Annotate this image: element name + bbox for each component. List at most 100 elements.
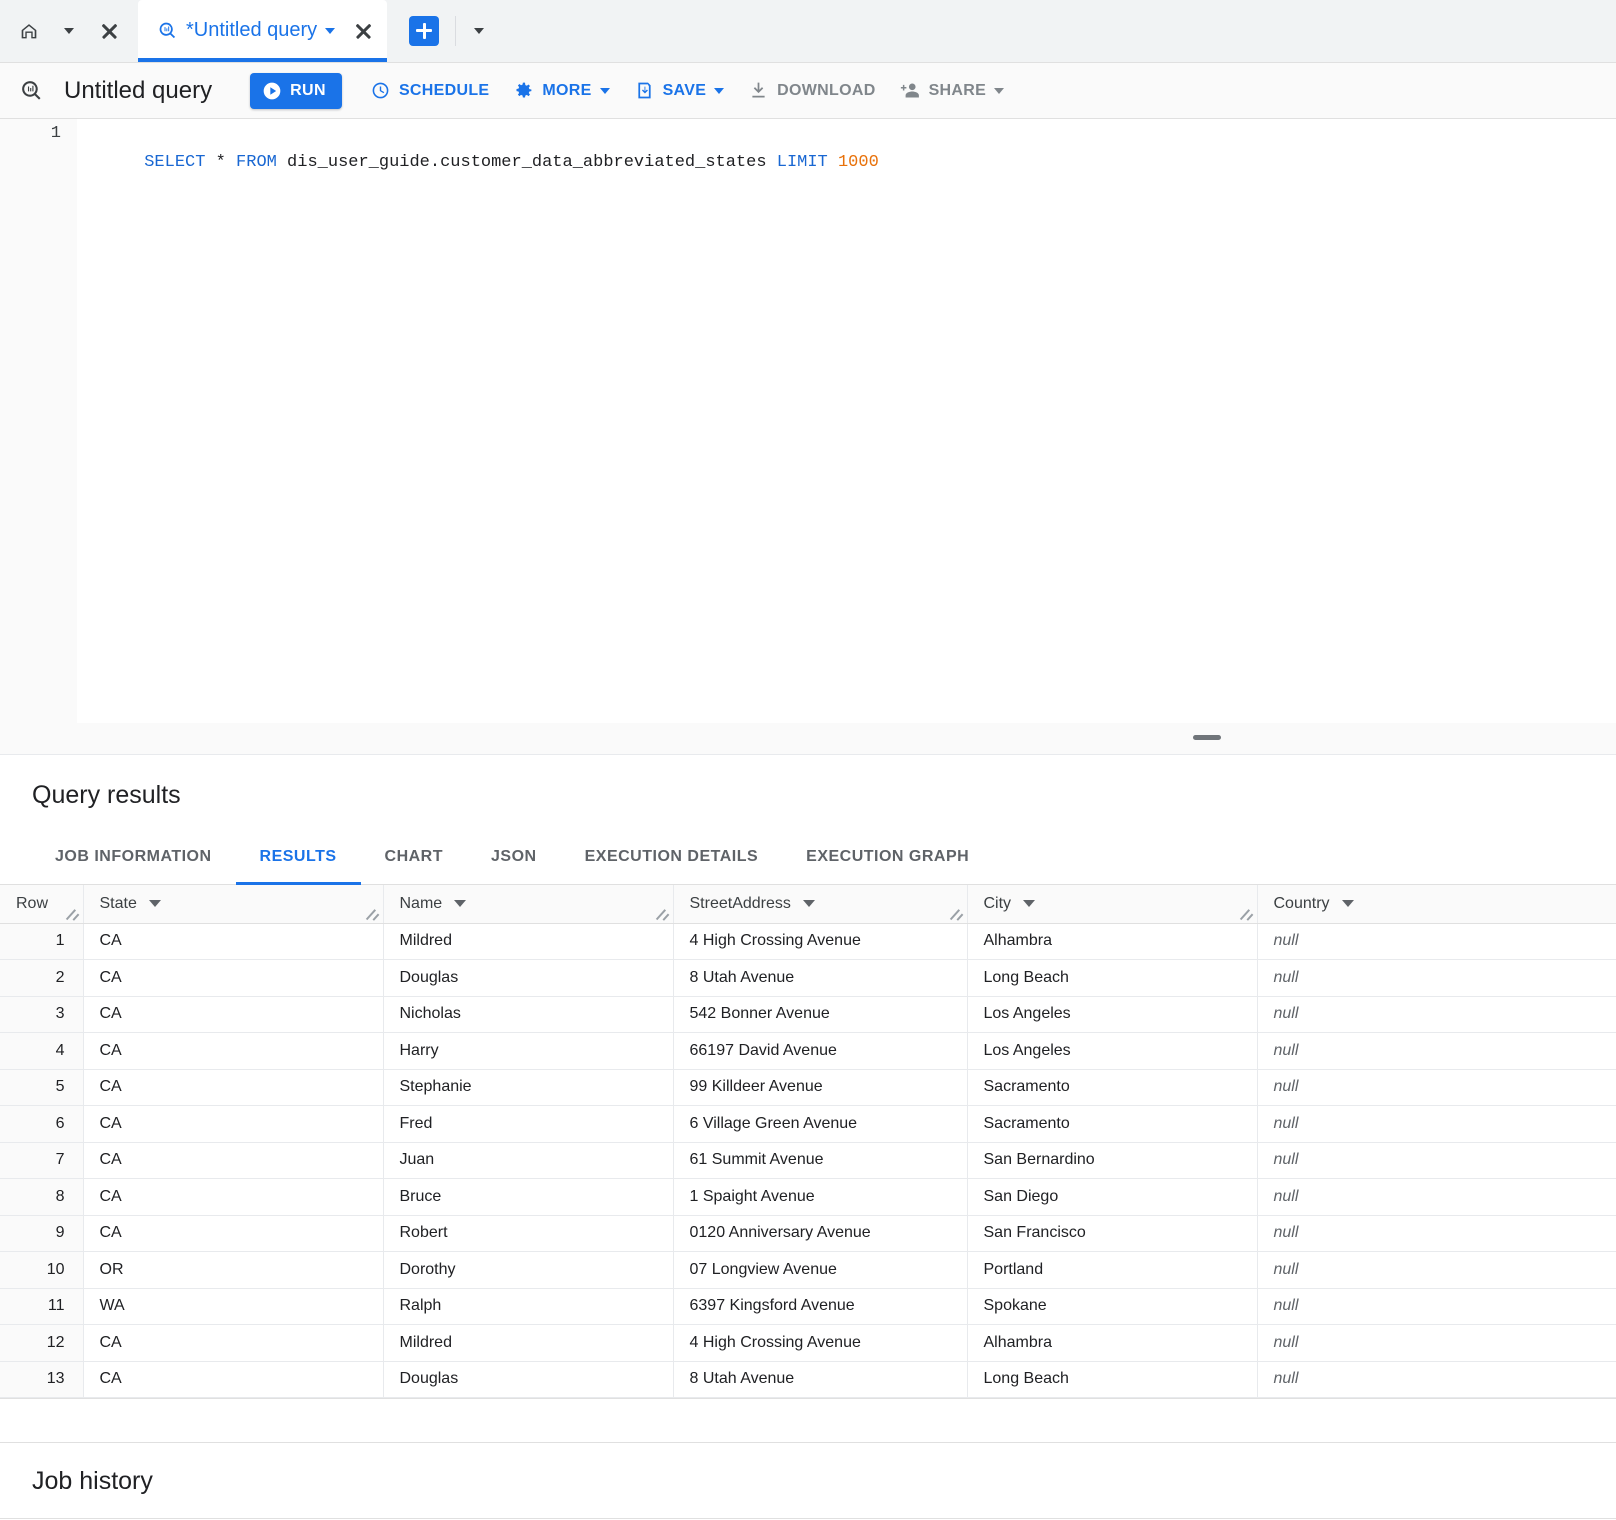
tab-results[interactable]: RESULTS: [236, 832, 361, 884]
cell-city: Alhambra: [967, 1325, 1257, 1362]
table-row[interactable]: 12CAMildred4 High Crossing AvenueAlhambr…: [0, 1325, 1616, 1362]
cell-name: Juan: [383, 1142, 673, 1179]
column-header-label: Name: [400, 895, 443, 913]
tab-execution-graph[interactable]: EXECUTION GRAPH: [782, 832, 993, 884]
share-button[interactable]: SHARE: [888, 71, 1017, 111]
results-tab-bar: JOB INFORMATION RESULTS CHART JSON EXECU…: [0, 832, 1616, 885]
column-header-name[interactable]: Name: [383, 885, 673, 923]
table-row[interactable]: 1CAMildred4 High Crossing AvenueAlhambra…: [0, 923, 1616, 960]
results-table-header: RowState Name StreetAddressCity Country: [0, 885, 1616, 923]
row-number-cell: 2: [0, 960, 83, 997]
cell-name: Nicholas: [383, 996, 673, 1033]
play-icon: [262, 81, 282, 101]
table-row[interactable]: 6CAFred6 Village Green AvenueSacramenton…: [0, 1106, 1616, 1143]
cell-state: CA: [83, 923, 383, 960]
sql-token: [205, 153, 215, 172]
panel-resize-handle[interactable]: [1193, 735, 1221, 740]
column-resize-handle-icon[interactable]: [1241, 908, 1254, 921]
cell-state: CA: [83, 1033, 383, 1070]
column-header-country[interactable]: Country: [1257, 885, 1616, 923]
cell-name: Mildred: [383, 923, 673, 960]
table-row[interactable]: 13CADouglas8 Utah AvenueLong Beachnull: [0, 1361, 1616, 1398]
chevron-down-icon: [994, 88, 1004, 94]
cell-name: Robert: [383, 1215, 673, 1252]
cell-state: CA: [83, 1215, 383, 1252]
cell-name: Douglas: [383, 960, 673, 997]
home-icon[interactable]: [10, 12, 48, 50]
cell-streetaddress: 61 Summit Avenue: [673, 1142, 967, 1179]
row-number-cell: 8: [0, 1179, 83, 1216]
home-dropdown-caret-icon[interactable]: [50, 12, 88, 50]
tab-execution-details[interactable]: EXECUTION DETAILS: [561, 832, 783, 884]
gear-icon: [513, 80, 534, 101]
cell-city: San Francisco: [967, 1215, 1257, 1252]
table-row[interactable]: 7CAJuan61 Summit AvenueSan Bernardinonul…: [0, 1142, 1616, 1179]
job-history-heading: Job history: [0, 1443, 1616, 1519]
save-button[interactable]: SAVE: [622, 71, 737, 111]
column-header-label: Country: [1274, 895, 1330, 913]
cell-city: Los Angeles: [967, 1033, 1257, 1070]
tab-job-information[interactable]: JOB INFORMATION: [31, 832, 236, 884]
cell-state: CA: [83, 960, 383, 997]
more-button[interactable]: MORE: [501, 71, 621, 111]
table-row[interactable]: 9CARobert0120 Anniversary AvenueSan Fran…: [0, 1215, 1616, 1252]
schedule-button[interactable]: SCHEDULE: [358, 71, 501, 111]
sort-arrow-icon[interactable]: [454, 900, 466, 907]
column-header-row[interactable]: Row: [0, 885, 83, 923]
download-button[interactable]: DOWNLOAD: [736, 71, 887, 111]
sql-token: [828, 153, 838, 172]
sort-arrow-icon[interactable]: [149, 900, 161, 907]
tab-chart[interactable]: CHART: [361, 832, 468, 884]
cell-state: CA: [83, 996, 383, 1033]
cell-name: Mildred: [383, 1325, 673, 1362]
row-number-cell: 3: [0, 996, 83, 1033]
cell-state: CA: [83, 1361, 383, 1398]
more-button-label: MORE: [542, 82, 591, 100]
table-row[interactable]: 8CABruce1 Spaight AvenueSan Diegonull: [0, 1179, 1616, 1216]
sql-token: SELECT: [144, 153, 205, 172]
cell-state: CA: [83, 1142, 383, 1179]
column-resize-handle-icon[interactable]: [67, 908, 80, 921]
cell-name: Bruce: [383, 1179, 673, 1216]
sql-editor[interactable]: 1 SELECT * FROM dis_user_guide.customer_…: [0, 119, 1616, 723]
sql-token: 1000: [838, 153, 879, 172]
query-tab-caret-icon[interactable]: [325, 28, 335, 34]
table-row[interactable]: 10ORDorothy07 Longview AvenuePortlandnul…: [0, 1252, 1616, 1289]
sort-arrow-icon[interactable]: [803, 900, 815, 907]
table-row[interactable]: 5CAStephanie99 Killdeer AvenueSacramento…: [0, 1069, 1616, 1106]
table-row[interactable]: 4CAHarry66197 David AvenueLos Angelesnul…: [0, 1033, 1616, 1070]
sql-line-1: SELECT * FROM dis_user_guide.customer_da…: [144, 153, 879, 172]
column-header-city[interactable]: City: [967, 885, 1257, 923]
cell-streetaddress: 8 Utah Avenue: [673, 1361, 967, 1398]
tab-json[interactable]: JSON: [467, 832, 561, 884]
column-resize-handle-icon[interactable]: [951, 908, 964, 921]
table-row[interactable]: 11WARalph6397 Kingsford AvenueSpokanenul…: [0, 1288, 1616, 1325]
editor-line-number-gutter: 1: [0, 119, 77, 723]
run-button[interactable]: RUN: [250, 73, 342, 109]
table-row[interactable]: 2CADouglas8 Utah AvenueLong Beachnull: [0, 960, 1616, 997]
cell-name: Harry: [383, 1033, 673, 1070]
cell-country: null: [1257, 996, 1616, 1033]
column-resize-handle-icon[interactable]: [367, 908, 380, 921]
row-number-cell: 1: [0, 923, 83, 960]
home-tab-close-icon[interactable]: [90, 12, 128, 50]
sql-token: [226, 153, 236, 172]
sort-arrow-icon[interactable]: [1342, 900, 1354, 907]
tab-list-caret-icon[interactable]: [460, 12, 498, 50]
query-toolbar: Untitled query RUN SCHEDULE MORE SAVE DO…: [0, 63, 1616, 119]
add-tab-button[interactable]: [409, 16, 439, 46]
cell-country: null: [1257, 1215, 1616, 1252]
table-row[interactable]: 3CANicholas542 Bonner AvenueLos Angelesn…: [0, 996, 1616, 1033]
cell-country: null: [1257, 1252, 1616, 1289]
row-number-cell: 4: [0, 1033, 83, 1070]
cell-streetaddress: 542 Bonner Avenue: [673, 996, 967, 1033]
sort-arrow-icon[interactable]: [1023, 900, 1035, 907]
query-tab-close-icon[interactable]: [353, 21, 373, 41]
column-resize-handle-icon[interactable]: [657, 908, 670, 921]
row-number-cell: 5: [0, 1069, 83, 1106]
cell-city: San Bernardino: [967, 1142, 1257, 1179]
column-header-state[interactable]: State: [83, 885, 383, 923]
sql-code-area[interactable]: SELECT * FROM dis_user_guide.customer_da…: [77, 119, 1616, 723]
query-tab[interactable]: *Untitled query: [138, 0, 387, 62]
column-header-streetaddress[interactable]: StreetAddress: [673, 885, 967, 923]
